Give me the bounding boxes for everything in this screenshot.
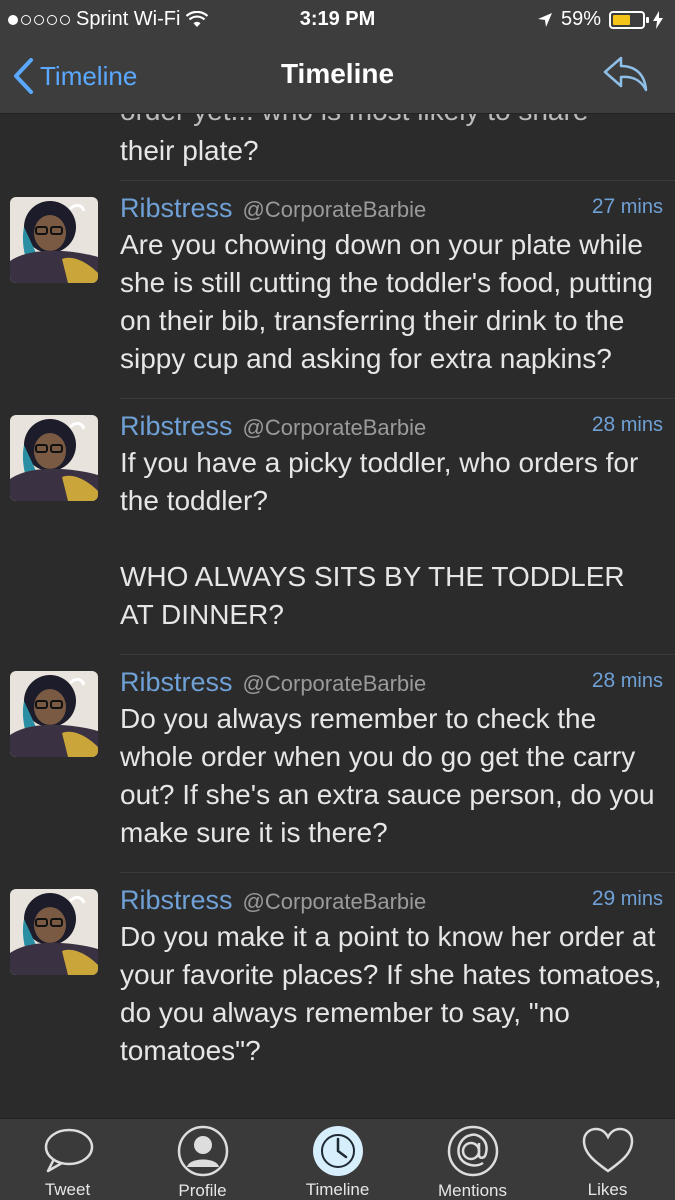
tweet-text: Are you chowing down on your plate while… xyxy=(120,229,653,374)
reply-icon xyxy=(603,56,648,92)
navigation-bar: Timeline Timeline xyxy=(0,40,675,114)
tweet-item[interactable]: Ribstress @CorporateBarbie 28 mins Do yo… xyxy=(0,654,675,872)
partial-tweet-text: their plate? xyxy=(120,135,259,166)
clock-icon xyxy=(310,1125,366,1176)
tab-label: Likes xyxy=(587,1180,628,1199)
tweet-item[interactable]: Ribstress @CorporateBarbie 29 mins Do yo… xyxy=(0,872,675,1090)
tweet-item[interactable]: Ribstress @CorporateBarbie 27 mins Are y… xyxy=(0,180,675,398)
tab-label: Profile xyxy=(178,1181,227,1200)
reply-button[interactable] xyxy=(601,54,649,99)
tab-timeline[interactable]: Timeline xyxy=(270,1119,405,1200)
tab-label: Timeline xyxy=(305,1180,370,1199)
tab-profile[interactable]: Profile xyxy=(135,1119,270,1200)
tweet-timestamp: 28 mins xyxy=(591,413,663,436)
tweet-author-name[interactable]: Ribstress xyxy=(120,193,233,224)
tweet-author-handle: @CorporateBarbie xyxy=(242,415,427,440)
tweet-author-name[interactable]: Ribstress xyxy=(120,885,233,916)
tweet-author-handle: @CorporateBarbie xyxy=(242,671,427,696)
tweet-author-handle: @CorporateBarbie xyxy=(242,197,427,222)
avatar[interactable] xyxy=(10,197,98,283)
speech-bubble-icon xyxy=(40,1125,96,1176)
partial-tweet[interactable]: order yet... who is most likely to share… xyxy=(0,114,675,180)
avatar[interactable] xyxy=(10,415,98,501)
status-right: 59% xyxy=(537,8,663,31)
tab-bar: Tweet Profile Timeline Mentions Likes xyxy=(0,1118,675,1200)
timeline-feed[interactable]: order yet... who is most likely to share… xyxy=(0,114,675,1118)
tweet-timestamp: 29 mins xyxy=(591,887,663,910)
tab-likes[interactable]: Likes xyxy=(540,1119,675,1200)
page-title: Timeline xyxy=(280,58,395,89)
tweet-author-handle: @CorporateBarbie xyxy=(242,889,427,914)
tweet-timestamp: 28 mins xyxy=(591,669,663,692)
location-arrow-icon xyxy=(537,12,552,27)
tab-label: Mentions xyxy=(438,1181,507,1200)
tweet-item[interactable]: Ribstress @CorporateBarbie 28 mins If yo… xyxy=(0,398,675,654)
tweet-text: If you have a picky toddler, who orders … xyxy=(120,447,639,630)
battery-percent: 59% xyxy=(560,8,601,30)
person-icon xyxy=(175,1125,231,1177)
tab-label: Tweet xyxy=(44,1180,91,1199)
tweet-text: Do you always remember to check the whol… xyxy=(120,703,655,848)
status-bar: Sprint Wi-Fi 3:19 PM 59% xyxy=(0,0,675,40)
tweet-text: Do you make it a point to know her order… xyxy=(120,921,662,1066)
partial-tweet-cut-text: order yet... who is most likely to share xyxy=(120,114,588,130)
avatar[interactable] xyxy=(10,889,98,975)
at-icon xyxy=(445,1125,501,1177)
heart-icon xyxy=(580,1125,636,1176)
tweet-author-name[interactable]: Ribstress xyxy=(120,411,233,442)
tab-mentions[interactable]: Mentions xyxy=(405,1119,540,1200)
tweet-timestamp: 27 mins xyxy=(591,195,663,218)
charging-bolt-icon xyxy=(653,10,663,29)
battery-icon xyxy=(609,10,649,29)
tweet-author-name[interactable]: Ribstress xyxy=(120,667,233,698)
avatar[interactable] xyxy=(10,671,98,757)
tab-tweet[interactable]: Tweet xyxy=(0,1119,135,1200)
